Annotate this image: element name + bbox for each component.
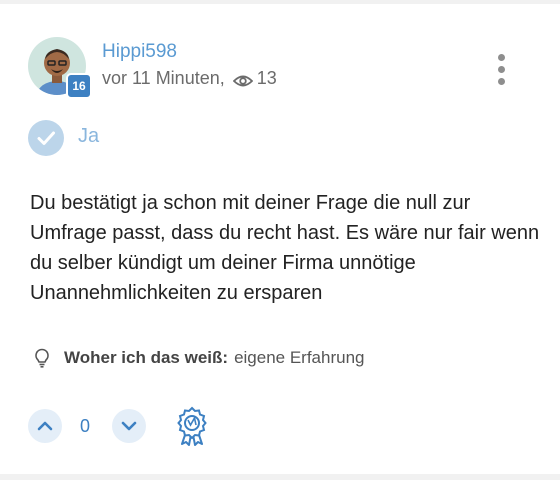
chevron-down-icon [121, 421, 137, 431]
post-time: vor 11 Minuten, [102, 68, 225, 88]
award-ribbon-icon[interactable] [175, 406, 209, 446]
chevron-up-icon [37, 421, 53, 431]
answer-card: 16 Hippi598 vor 11 Minuten, 13 Ja Du bes… [0, 4, 560, 474]
view-count: 13 [256, 68, 277, 88]
check-icon [28, 120, 64, 156]
answer-text: Du bestätigt ja schon mit deiner Frage d… [30, 192, 540, 304]
source-label: Woher ich das weiß: [64, 348, 229, 367]
downvote-button[interactable] [112, 409, 146, 443]
vote-count: 0 [80, 416, 91, 436]
source-info: Woher ich das weiß: eigene Erfahrung [34, 348, 365, 368]
level-badge: 16 [66, 73, 92, 99]
more-vertical-icon[interactable] [494, 52, 510, 88]
avatar[interactable]: 16 [28, 37, 92, 99]
answer-label: Ja [78, 125, 100, 147]
post-meta: vor 11 Minuten, 13 [102, 68, 277, 89]
username-link[interactable]: Hippi598 [102, 41, 177, 63]
source-value: eigene Erfahrung [234, 348, 365, 367]
eye-icon [232, 72, 254, 86]
upvote-button[interactable] [28, 409, 62, 443]
lightbulb-icon [34, 348, 50, 368]
